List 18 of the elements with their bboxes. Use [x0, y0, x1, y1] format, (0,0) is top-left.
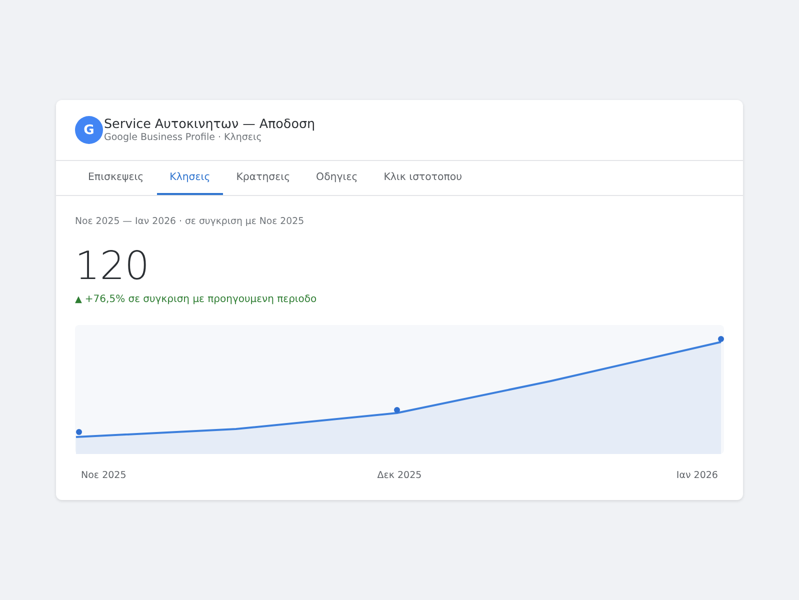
tab[interactable]: Επισκεψεις [75, 161, 157, 195]
up-arrow-icon: ▲ [75, 295, 82, 305]
period-text: Νοε 2025 — Ιαν 2026 · σε συγκριση με Νοε 2025 [75, 215, 304, 229]
axis-label: Ιαν 2026 [675, 470, 718, 482]
axis-label: Δεκ 2025 [376, 470, 423, 482]
tab[interactable]: Οδηγιες [303, 161, 371, 195]
avatar: G [75, 116, 103, 144]
tab[interactable]: Κλικ ιστοτοπου [370, 161, 476, 195]
tab[interactable]: Κρατησεις [223, 161, 304, 195]
page-title: Service Αυτοκινητων — Αποδοση [104, 116, 316, 132]
total-value: 120 [75, 244, 150, 290]
data-point [394, 407, 400, 413]
data-point [718, 336, 724, 342]
change-text: +76,5% σε συγκριση με προηγουμενη περιοδο [84, 293, 317, 307]
page-subtitle: Google Business Profile · Κλησεις [104, 132, 262, 144]
axis-label: Νοε 2025 [81, 470, 128, 482]
data-point [76, 429, 82, 435]
tab[interactable]: Κλησεις [156, 161, 224, 195]
